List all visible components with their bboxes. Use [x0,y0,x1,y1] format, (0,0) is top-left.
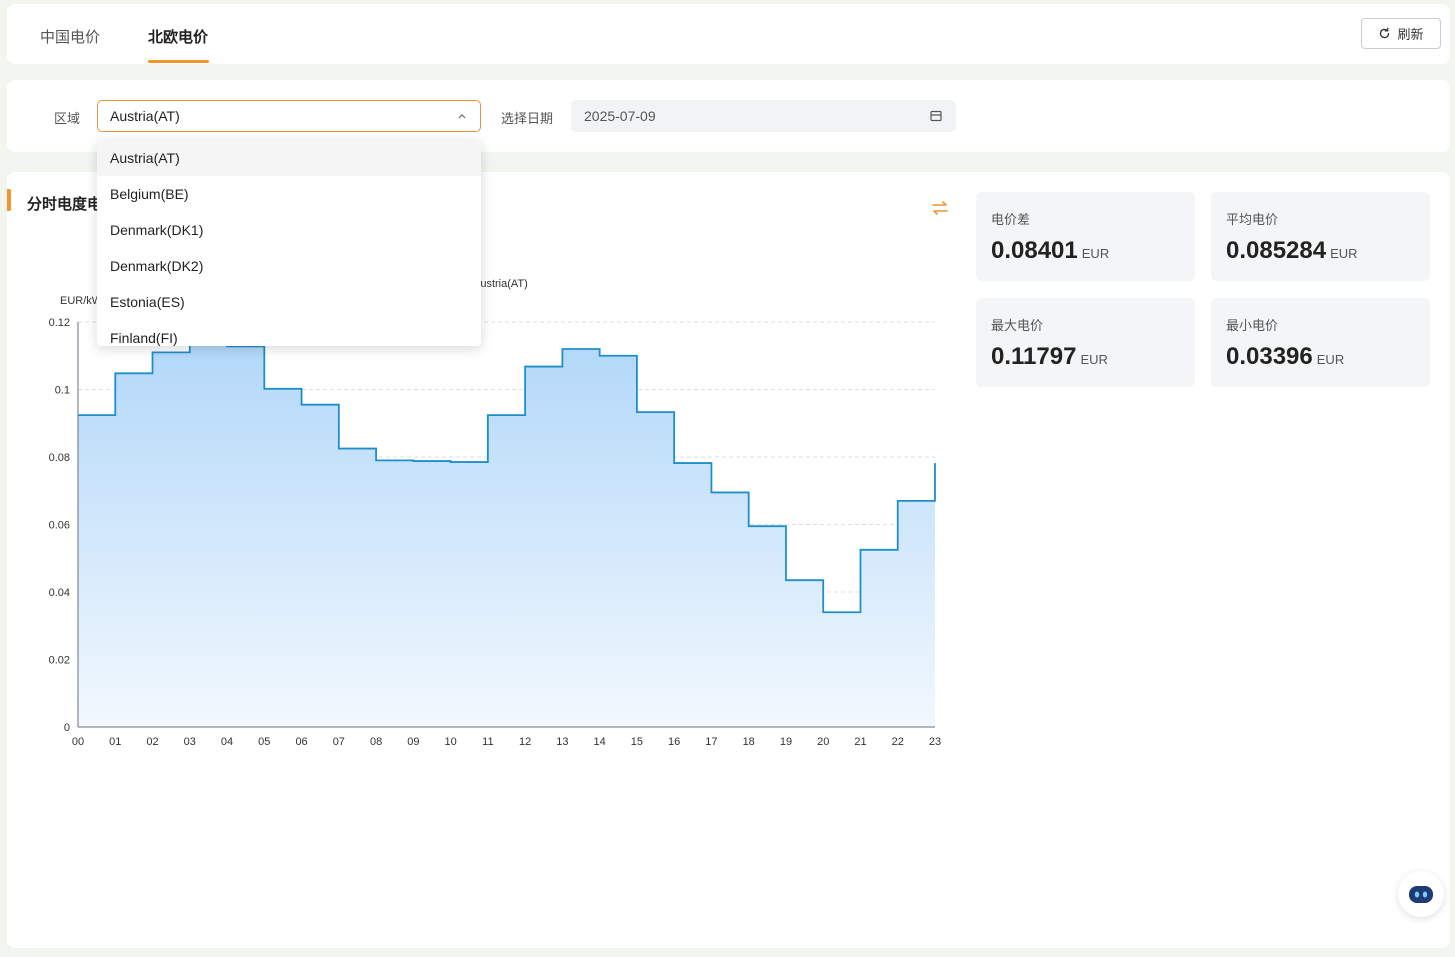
dropdown-option[interactable]: Austria(AT) [97,140,481,176]
x-tick-label: 09 [407,736,419,748]
stat-value: 0.085284 [1226,237,1327,264]
date-value: 2025-07-09 [584,108,656,124]
x-tick-label: 13 [556,736,568,748]
dropdown-option[interactable]: Estonia(ES) [97,284,481,320]
y-tick-label: 0 [64,722,70,734]
x-tick-label: 07 [333,736,345,748]
stat-avg-price: 平均电价 0.085284 EUR [1211,192,1430,281]
stat-unit: EUR [1081,246,1110,261]
chevron-up-icon [458,114,466,119]
stat-max-price: 最大电价 0.11797 EUR [976,298,1195,387]
x-tick-label: 16 [668,736,680,748]
stat-unit: EUR [1330,246,1358,261]
active-tab-indicator [148,60,209,63]
tab-nordic-price[interactable]: 北欧电价 [148,26,208,47]
x-tick-label: 08 [370,736,382,748]
calendar-icon [930,110,942,122]
region-label: 区域 [54,111,81,126]
series-area [78,343,935,727]
x-tick-label: 02 [146,736,158,748]
x-tick-label: 05 [258,736,270,748]
x-tick-label: 19 [780,736,792,748]
x-tick-label: 21 [854,736,866,748]
stat-price-diff: 电价差 0.08401 EUR [976,192,1195,281]
refresh-button[interactable]: 刷新 [1361,18,1441,49]
legend-label: Austria(AT) [473,278,528,290]
stat-unit: EUR [1316,352,1345,367]
dropdown-option[interactable]: Denmark(DK1) [97,212,481,248]
y-tick-label: 0.02 [49,655,70,667]
x-tick-label: 22 [892,736,904,748]
region-select[interactable]: Austria(AT) [97,100,481,132]
dropdown-option[interactable]: Finland(FI) [97,320,481,346]
x-tick-label: 12 [519,736,531,748]
stat-value-wrap: 0.11797 EUR [991,343,1108,371]
stat-value: 0.08401 [991,237,1078,264]
robot-icon [1409,886,1433,903]
date-picker[interactable]: 2025-07-09 [571,100,956,132]
x-tick-label: 11 [482,736,493,748]
region-select-value: Austria(AT) [110,108,180,124]
refresh-icon [1380,27,1390,39]
region-dropdown-menu: Austria(AT) Belgium(BE) Denmark(DK1) Den… [97,140,481,346]
y-tick-label: 0.06 [49,520,70,532]
x-tick-label: 17 [705,736,717,748]
stat-label: 最大电价 [991,318,1044,333]
y-tick-label: 0.1 [55,385,70,397]
stat-unit: EUR [1080,352,1108,367]
x-tick-label: 10 [444,736,456,748]
x-tick-label: 04 [221,736,233,748]
x-tick-label: 06 [295,736,307,748]
x-tick-label: 01 [109,736,121,748]
x-tick-label: 14 [594,736,606,748]
x-tick-label: 03 [184,736,196,748]
stat-value: 0.03396 [1226,343,1313,370]
x-tick-label: 23 [929,736,941,748]
x-tick-label: 15 [631,736,643,748]
stat-min-price: 最小电价 0.03396 EUR [1211,298,1430,387]
stat-label: 电价差 [991,212,1031,227]
stat-label: 最小电价 [1226,318,1279,333]
tab-china-price[interactable]: 中国电价 [40,26,100,47]
y-tick-label: 0.08 [49,452,70,464]
y-tick-label: 0.04 [49,587,70,599]
assistant-button[interactable] [1398,871,1444,917]
stat-value-wrap: 0.03396 EUR [1226,343,1344,371]
stat-value-wrap: 0.08401 EUR [991,237,1109,265]
refresh-label: 刷新 [1397,27,1424,42]
stat-value: 0.11797 [991,343,1077,370]
x-tick-label: 00 [72,736,84,748]
y-tick-label: 0.12 [49,317,70,329]
tabs-card: 中国电价 北欧电价 刷新 [7,4,1450,64]
stat-value-wrap: 0.085284 EUR [1226,237,1358,265]
dropdown-option[interactable]: Belgium(BE) [97,176,481,212]
x-tick-label: 20 [817,736,829,748]
stat-label: 平均电价 [1226,212,1279,227]
date-label: 选择日期 [501,111,554,126]
x-tick-label: 18 [743,736,755,748]
dropdown-option[interactable]: Denmark(DK2) [97,248,481,284]
